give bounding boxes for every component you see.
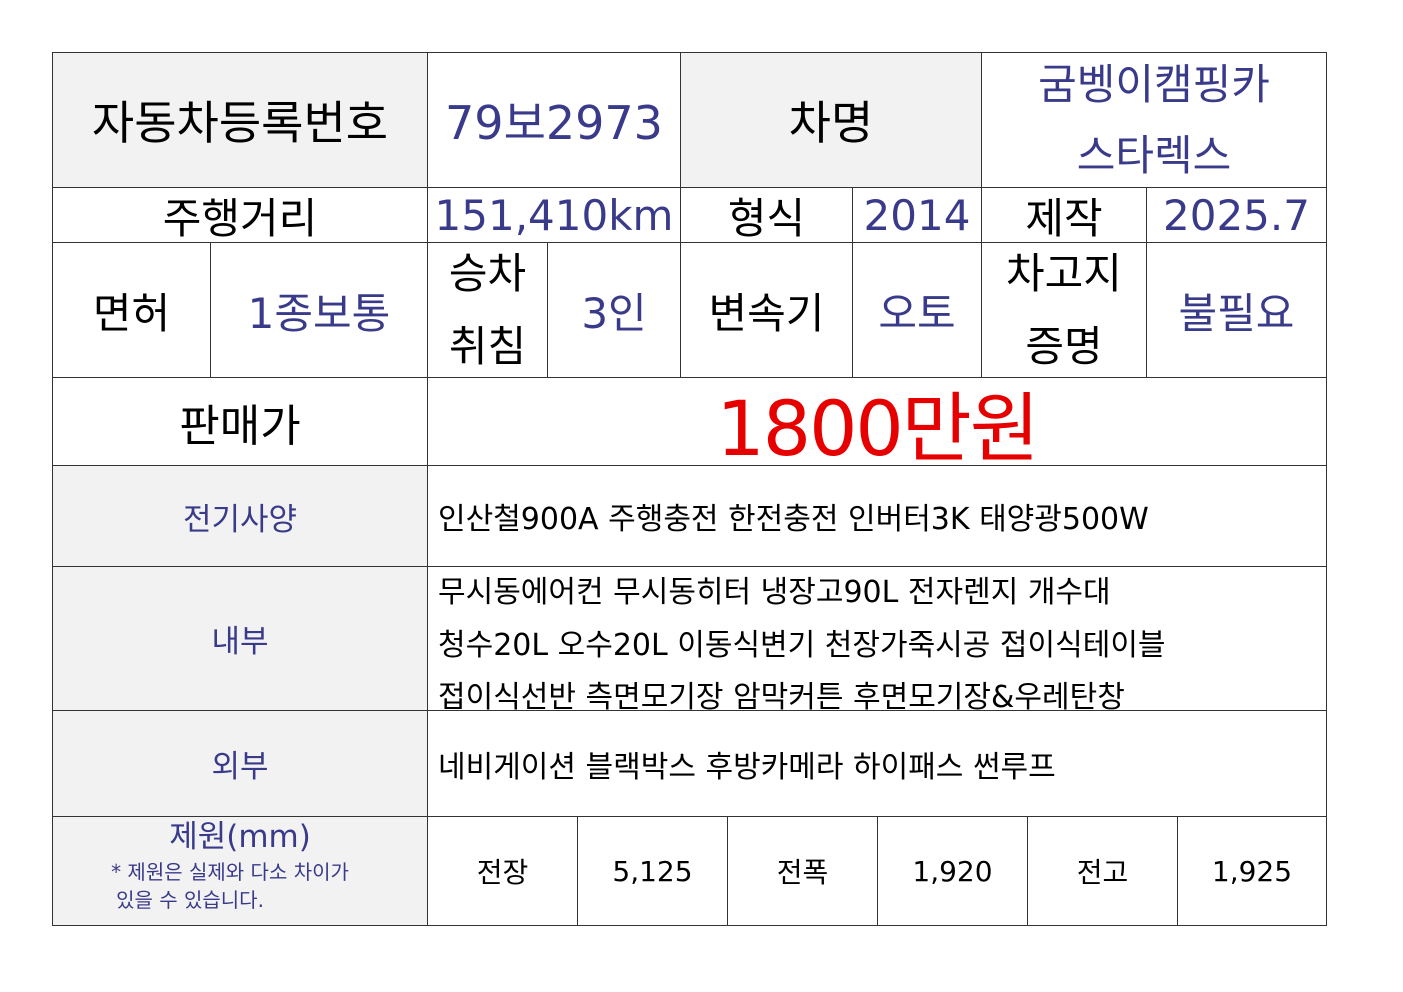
license-label-text: 면허 [92, 288, 171, 338]
width-value-text: 1,920 [912, 854, 993, 888]
dimensions-note-line1: * 제원은 실제와 다소 차이가 [111, 860, 349, 885]
transmission-value: 오토 [852, 242, 982, 378]
price-value: 1800만원 [716, 383, 1039, 473]
exterior-label: 외부 [52, 710, 428, 817]
car-name-line1: 굼벵이캠핑카 [1038, 59, 1270, 109]
transmission-label-text: 변속기 [708, 288, 825, 338]
car-name-label: 차명 [680, 52, 982, 188]
car-name-value: 굼벵이캠핑카 스타렉스 [981, 52, 1327, 188]
make-label: 제작 [981, 187, 1147, 243]
interior-label-text: 내부 [211, 624, 269, 660]
reg-number-label-text: 자동차등록번호 [91, 96, 389, 150]
type-value: 2014 [852, 187, 982, 243]
dimensions-note-line2: 있을 수 있습니다. [116, 888, 264, 913]
garage-value-text: 불필요 [1178, 288, 1295, 338]
height-label-text: 전고 [1076, 856, 1129, 889]
mileage-value: 151,410km [427, 187, 681, 243]
riding-value: 3인 [547, 242, 681, 378]
height-value: 1,925 [1177, 816, 1327, 926]
riding-label-line2: 취침 [448, 322, 527, 371]
height-label: 전고 [1027, 816, 1178, 926]
length-value-text: 5,125 [612, 854, 693, 888]
exterior-specs: 네비게이션 블랙박스 후방카메라 하이패스 썬루프 [427, 710, 1327, 817]
make-value: 2025.7 [1146, 187, 1327, 243]
electric-label-text: 전기사양 [182, 501, 298, 538]
type-value-text: 2014 [863, 190, 971, 240]
transmission-label: 변속기 [680, 242, 853, 378]
price-value-cell: 1800만원 [427, 377, 1327, 473]
riding-value-text: 3인 [581, 288, 647, 338]
transmission-value-text: 오토 [878, 288, 956, 338]
garage-label-line1: 차고지 [1006, 248, 1122, 298]
interior-line-1: 무시동에어컨 무시동히터 냉장고90L 전자렌지 개수대 [438, 575, 1111, 610]
mileage-label-text: 주행거리 [162, 193, 318, 243]
price-label: 판매가 [52, 377, 428, 466]
length-label-text: 전장 [476, 856, 529, 889]
garage-value: 불필요 [1146, 242, 1327, 378]
length-label: 전장 [427, 816, 578, 926]
width-value: 1,920 [877, 816, 1028, 926]
width-label-text: 전폭 [776, 856, 829, 889]
electric-specs: 인산철900A 주행충전 한전충전 인버터3K 태양광500W [427, 465, 1327, 567]
height-value-text: 1,925 [1211, 854, 1293, 888]
license-label: 면허 [52, 242, 211, 378]
exterior-label-text: 외부 [211, 749, 269, 785]
riding-label: 승차 취침 [427, 242, 548, 378]
reg-number-value: 79보2973 [427, 52, 681, 188]
exterior-specs-text: 네비게이션 블랙박스 후방카메라 하이패스 썬루프 [438, 749, 1056, 785]
dimensions-label: 제원(mm) [169, 819, 311, 855]
mileage-value-text: 151,410km [434, 190, 674, 240]
type-label-text: 형식 [727, 193, 806, 243]
reg-number-value-text: 79보2973 [445, 96, 663, 150]
mileage-label: 주행거리 [52, 187, 428, 243]
type-label: 형식 [680, 187, 853, 243]
riding-label-line1: 승차 [448, 248, 527, 298]
interior-line-2: 청수20L 오수20L 이동식변기 천장가죽시공 접이식테이블 [438, 627, 1166, 663]
interior-specs: 무시동에어컨 무시동히터 냉장고90L 전자렌지 개수대 청수20L 오수20L… [427, 566, 1327, 715]
garage-label: 차고지 증명 [981, 242, 1147, 378]
license-value-text: 1종보통 [247, 288, 391, 338]
car-name-label-text: 차명 [788, 96, 874, 150]
car-name-line2: 스타렉스 [1076, 131, 1232, 180]
interior-label: 내부 [52, 566, 428, 711]
license-value: 1종보통 [210, 242, 428, 378]
reg-number-label: 자동차등록번호 [52, 52, 428, 188]
electric-label: 전기사양 [52, 465, 428, 567]
electric-specs-text: 인산철900A 주행충전 한전충전 인버터3K 태양광500W [438, 502, 1149, 537]
width-label: 전폭 [727, 816, 878, 926]
price-label-text: 판매가 [179, 400, 301, 452]
length-value: 5,125 [577, 816, 728, 926]
dimensions-label-cell: 제원(mm) * 제원은 실제와 다소 차이가 있을 수 있습니다. [52, 816, 428, 926]
make-value-text: 2025.7 [1163, 190, 1310, 240]
